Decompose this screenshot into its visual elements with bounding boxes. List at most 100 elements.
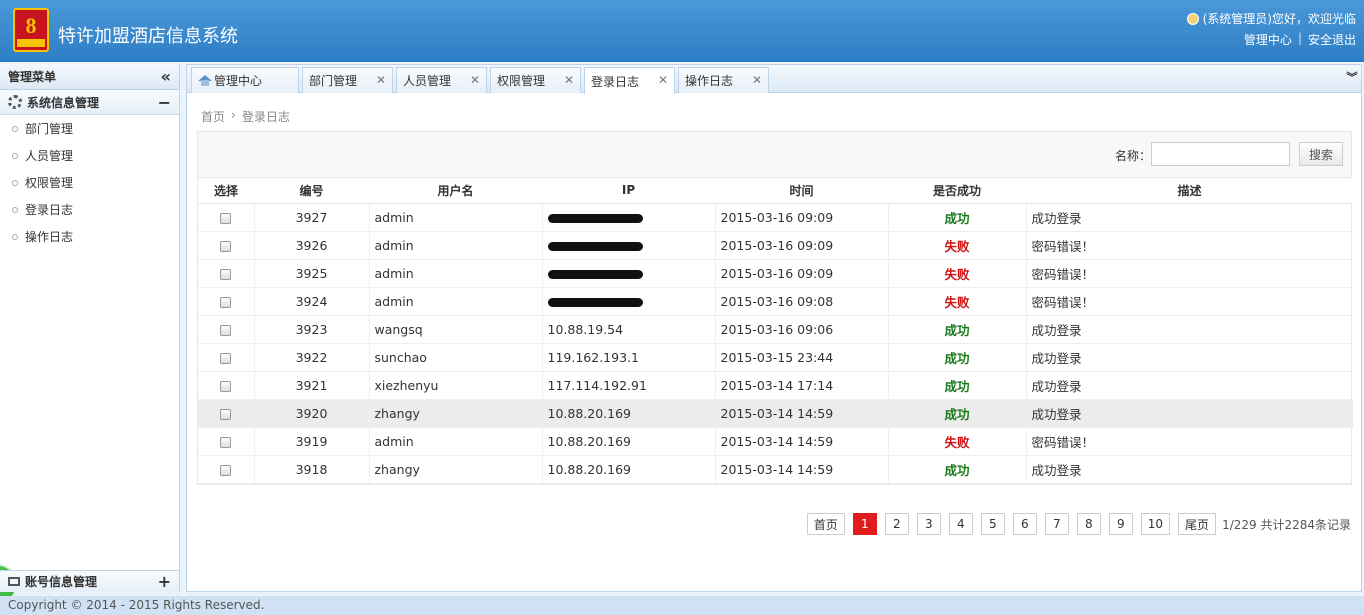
breadcrumb-home[interactable]: 首页 <box>201 108 225 125</box>
row-checkbox[interactable] <box>220 352 232 364</box>
ip-cell <box>542 287 716 316</box>
page-button[interactable]: 10 <box>1140 513 1171 535</box>
name-search-input[interactable] <box>1151 142 1290 166</box>
username-cell: wangsq <box>369 315 543 344</box>
status-badge: 成功 <box>888 455 1027 484</box>
ip-cell-text: 10.88.20.169 <box>547 461 632 477</box>
ip-cell: 117.114.192.91 <box>542 371 716 400</box>
search-button[interactable]: 搜索 <box>1299 142 1343 166</box>
expand-section-icon[interactable]: + <box>158 572 171 591</box>
close-icon[interactable]: ✕ <box>376 73 386 87</box>
id-cell: 3920 <box>254 399 370 428</box>
user-icon <box>1186 12 1199 25</box>
row-checkbox[interactable] <box>220 408 232 420</box>
last-page-button[interactable]: 尾页 <box>1178 513 1217 535</box>
row-select-cell <box>198 231 255 260</box>
sidebar-item-permissions[interactable]: 权限管理 <box>0 169 179 196</box>
main-content: 管理中心 部门管理 ✕ 人员管理 ✕ 权限管理 ✕ 登录日志 ✕ 操作日志 ✕ … <box>186 64 1362 592</box>
logout-link[interactable]: 安全退出 <box>1308 31 1356 48</box>
section-system-info[interactable]: 系统信息管理 − <box>0 90 179 115</box>
breadcrumb-current: 登录日志 <box>241 110 290 124</box>
page-number-list: 1 2 3 4 5 6 7 8 9 10 <box>852 513 1171 535</box>
time-cell: 2015-03-16 09:09 <box>715 203 889 232</box>
tab-department[interactable]: 部门管理 ✕ <box>302 67 393 93</box>
table-row[interactable]: 3926 admin 2015-03-16 09:09 失败 密码错误！ <box>198 231 1353 260</box>
breadcrumb-chevron-icon: › <box>231 108 236 122</box>
sidebar-title: 管理菜单 <box>8 70 57 84</box>
id-cell: 3918 <box>254 455 370 484</box>
tab-operation-log[interactable]: 操作日志 ✕ <box>678 67 769 93</box>
table-row[interactable]: 3921 xiezhenyu 117.114.192.91 2015-03-14 17… <box>198 371 1353 400</box>
first-page-button[interactable]: 首页 <box>806 513 845 535</box>
table-row[interactable]: 3922 sunchao 119.162.193.1 2015-03-15 23:44… <box>198 343 1353 372</box>
row-checkbox[interactable] <box>220 436 232 448</box>
sidebar-item-department[interactable]: 部门管理 <box>0 115 179 142</box>
tab-label: 部门管理 <box>309 74 358 88</box>
redacted-ip-mark <box>547 213 643 223</box>
tab-list-dropdown-icon[interactable]: ︾ <box>1345 69 1359 89</box>
username-cell: admin <box>369 259 543 288</box>
row-select-cell <box>198 203 255 232</box>
row-select-cell <box>198 315 255 344</box>
column-header: 描述 <box>1026 178 1353 204</box>
section-account-info[interactable]: 账号信息管理 + <box>0 570 179 592</box>
row-checkbox[interactable] <box>220 240 232 252</box>
table-row[interactable]: 3924 admin 2015-03-16 09:08 失败 密码错误！ <box>198 287 1353 316</box>
close-icon[interactable]: ✕ <box>658 73 668 87</box>
page-button[interactable]: 2 <box>884 513 909 535</box>
id-cell: 3922 <box>254 343 370 372</box>
row-checkbox[interactable] <box>220 296 232 308</box>
status-badge: 失败 <box>888 427 1027 456</box>
tab-permissions[interactable]: 权限管理 ✕ <box>490 67 581 93</box>
ip-cell <box>542 203 716 232</box>
sidebar-item-staff[interactable]: 人员管理 <box>0 142 179 169</box>
row-select-cell <box>198 399 255 428</box>
page-button[interactable]: 7 <box>1044 513 1069 535</box>
system-title: 特许加盟酒店信息系统 <box>58 26 238 47</box>
sidebar-item-label: 登录日志 <box>25 203 74 217</box>
status-badge: 成功 <box>888 371 1027 400</box>
close-icon[interactable]: ✕ <box>470 73 480 87</box>
id-cell: 3923 <box>254 315 370 344</box>
table-row[interactable]: 3923 wangsq 10.88.19.54 2015-03-16 09:06 成功成… <box>198 315 1353 344</box>
tab-login-log[interactable]: 登录日志 ✕ <box>584 67 675 94</box>
table-row[interactable]: 3925 admin 2015-03-16 09:09 失败 密码错误！ <box>198 259 1353 288</box>
username-cell: admin <box>369 427 543 456</box>
close-icon[interactable]: ✕ <box>752 73 762 87</box>
collapse-sidebar-icon[interactable]: « <box>161 67 171 86</box>
page-button[interactable]: 9 <box>1108 513 1133 535</box>
column-header: 是否成功 <box>888 178 1026 204</box>
admin-center-link[interactable]: 管理中心 <box>1244 31 1292 48</box>
row-checkbox[interactable] <box>220 268 232 280</box>
sidebar-item-operation-log[interactable]: 操作日志 <box>0 223 179 250</box>
page-button[interactable]: 1 <box>852 513 877 535</box>
header-links: 管理中心 | 安全退出 <box>1244 31 1356 48</box>
tab-admin-center[interactable]: 管理中心 <box>191 67 299 93</box>
page-button[interactable]: 3 <box>916 513 941 535</box>
table-row[interactable]: 3927 admin 2015-03-16 09:09 成功 成功登录 <box>198 203 1353 232</box>
row-checkbox[interactable] <box>220 212 232 224</box>
table-row[interactable]: 3919 admin 10.88.20.169 2015-03-14 14:59 失败密… <box>198 427 1353 456</box>
row-checkbox[interactable] <box>220 464 232 476</box>
ip-cell-text: 117.114.192.91 <box>547 377 647 393</box>
close-icon[interactable]: ✕ <box>564 73 574 87</box>
id-cell: 3926 <box>254 231 370 260</box>
sidebar-item-login-log[interactable]: 登录日志 <box>0 196 179 223</box>
page-button[interactable]: 6 <box>1012 513 1037 535</box>
table-row[interactable]: 3920 zhangy 10.88.20.169 2015-03-14 14:59 成功… <box>198 399 1353 428</box>
time-cell: 2015-03-16 09:09 <box>715 259 889 288</box>
page-button[interactable]: 8 <box>1076 513 1101 535</box>
tab-staff[interactable]: 人员管理 ✕ <box>396 67 487 93</box>
row-checkbox[interactable] <box>220 380 232 392</box>
row-select-cell <box>198 343 255 372</box>
description-cell: 成功登录 <box>1026 343 1353 372</box>
page-button[interactable]: 4 <box>948 513 973 535</box>
breadcrumb: 首页 › 登录日志 <box>201 108 290 125</box>
collapse-section-icon[interactable]: − <box>158 93 171 112</box>
log-panel: 名称： 搜索 选择 编号 用户名 IP 时间 是否成功 描述 3927 admin… <box>197 131 1353 485</box>
ip-cell-text: 10.88.19.54 <box>547 321 624 337</box>
page-button[interactable]: 5 <box>980 513 1005 535</box>
table-row[interactable]: 3918 zhangy 10.88.20.169 2015-03-14 14:59 成功… <box>198 455 1353 484</box>
column-header: IP <box>542 178 715 204</box>
row-checkbox[interactable] <box>220 324 232 336</box>
